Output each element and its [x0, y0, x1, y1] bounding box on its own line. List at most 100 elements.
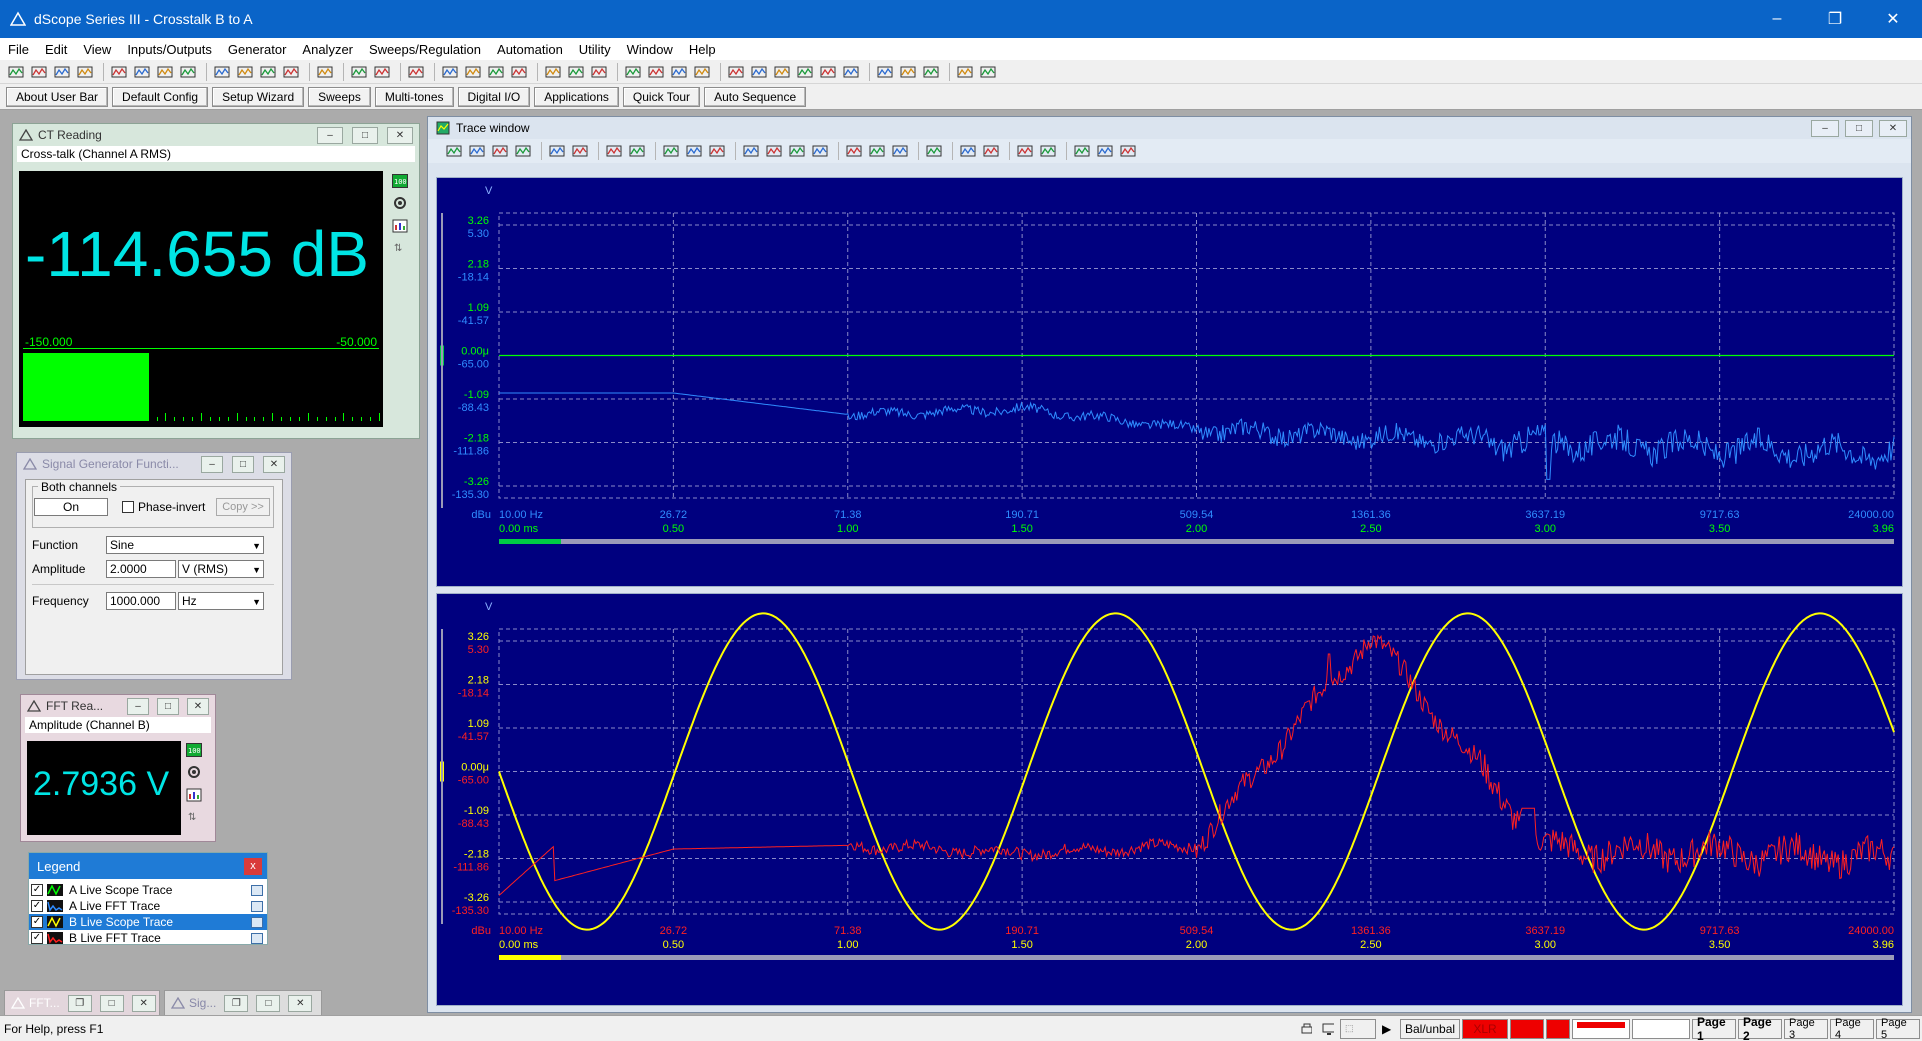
page-1-tab[interactable]: Page 1	[1692, 1015, 1736, 1041]
toolbar-tool-icon[interactable]	[589, 63, 609, 81]
toolbar-tool-icon[interactable]	[818, 63, 838, 81]
fft-reading-panel[interactable]: FFT Rea... – □ ✕ Amplitude (Channel B) 2…	[20, 694, 216, 842]
toolbar-tool-icon[interactable]	[898, 63, 918, 81]
toolbar-tool-icon[interactable]	[570, 142, 590, 160]
toolbar-tool-icon[interactable]	[955, 63, 975, 81]
restore-icon[interactable]: ❐	[67, 994, 92, 1012]
amplitude-unit-select[interactable]: V (RMS) ▼	[178, 560, 264, 578]
menu-help[interactable]: Help	[681, 42, 724, 57]
toolbar-tool-icon[interactable]	[890, 142, 910, 160]
restore-button[interactable]: ❐	[1806, 0, 1864, 38]
toolbar-tool-icon[interactable]	[875, 63, 895, 81]
legend-item-a-scope[interactable]: ✓ A Live Scope Trace	[29, 882, 267, 898]
toolbar-tool-icon[interactable]	[109, 63, 129, 81]
minimize-icon[interactable]: –	[127, 697, 149, 715]
signal-generator-panel[interactable]: Signal Generator Functi... – □ ✕ Both ch…	[16, 452, 292, 680]
setup-wizard-button[interactable]: Setup Wizard	[212, 86, 305, 107]
legend-panel[interactable]: Legend x ✓ A Live Scope Trace ✓ A Live F…	[28, 852, 268, 945]
amplitude-input[interactable]: 2.0000	[106, 560, 176, 578]
toolbar-tool-icon[interactable]	[692, 63, 712, 81]
legend-item-b-scope[interactable]: ✓ B Live Scope Trace	[29, 914, 267, 930]
function-select[interactable]: Sine ▼	[106, 536, 264, 554]
page-5-tab[interactable]: Page 5	[1876, 1017, 1920, 1041]
sweeps-button[interactable]: Sweeps	[308, 86, 371, 107]
multi-tones-button[interactable]: Multi-tones	[374, 86, 454, 107]
toolbar-tool-icon[interactable]	[212, 63, 232, 81]
toolbar-tool-icon[interactable]	[764, 142, 784, 160]
toolbar-tool-icon[interactable]	[958, 142, 978, 160]
auto-sequence-button[interactable]: Auto Sequence	[704, 86, 807, 107]
toolbar-tool-icon[interactable]	[29, 63, 49, 81]
toolbar-tool-icon[interactable]	[741, 142, 761, 160]
trace-settings-icon[interactable]	[251, 932, 263, 944]
toolbar-tool-icon[interactable]	[440, 63, 460, 81]
toolbar-tool-icon[interactable]	[258, 63, 278, 81]
toolbar-tool-icon[interactable]	[787, 142, 807, 160]
default-config-button[interactable]: Default Config	[112, 86, 209, 107]
close-icon[interactable]: ✕	[131, 994, 156, 1012]
toolbar-tool-icon[interactable]	[315, 63, 335, 81]
minimize-icon[interactable]: –	[201, 455, 223, 473]
toolbar-tool-icon[interactable]	[75, 63, 95, 81]
menu-edit[interactable]: Edit	[37, 42, 75, 57]
toolbar-tool-icon[interactable]	[1118, 142, 1138, 160]
settings-icon[interactable]	[185, 763, 203, 781]
graph-channel-b[interactable]: V 3.26 5.30 2.18 -18.14 1.09 -41.57 0.00μ -65.00…	[436, 593, 1903, 1006]
toolbar-tool-icon[interactable]	[490, 142, 510, 160]
toolbar-tool-icon[interactable]	[867, 142, 887, 160]
toolbar-tool-icon[interactable]	[1095, 142, 1115, 160]
limits-icon[interactable]: ⇅	[185, 807, 203, 825]
menu-view[interactable]: View	[75, 42, 119, 57]
toolbar-tool-icon[interactable]	[349, 63, 369, 81]
menu-file[interactable]: File	[0, 42, 37, 57]
trace-settings-icon[interactable]	[251, 900, 263, 912]
minimize-icon[interactable]: –	[1811, 119, 1839, 137]
toolbar-tool-icon[interactable]	[52, 63, 72, 81]
on-button[interactable]: On	[34, 498, 108, 516]
page-2-tab[interactable]: Page 2	[1738, 1015, 1782, 1041]
maximize-icon[interactable]: □	[256, 994, 281, 1012]
toolbar-tool-icon[interactable]	[178, 63, 198, 81]
toolbar-tool-icon[interactable]	[132, 63, 152, 81]
toolbar-tool-icon[interactable]	[921, 63, 941, 81]
toolbar-tool-icon[interactable]	[543, 63, 563, 81]
toolbar-tool-icon[interactable]	[513, 142, 533, 160]
settings-icon[interactable]	[391, 194, 409, 212]
legend-checkbox[interactable]: ✓	[31, 916, 43, 928]
close-icon[interactable]: ✕	[187, 697, 209, 715]
toolbar-tool-icon[interactable]	[1038, 142, 1058, 160]
minimized-fft-window[interactable]: FFT... ❐ □ ✕	[4, 990, 160, 1016]
phase-invert-option[interactable]: Phase-invert	[122, 500, 205, 514]
toolbar-tool-icon[interactable]	[661, 142, 681, 160]
close-icon[interactable]: ✕	[288, 994, 313, 1012]
monitor-icon[interactable]	[1318, 1019, 1338, 1039]
display-format-icon[interactable]: 100	[185, 741, 203, 759]
toolbar-tool-icon[interactable]	[604, 142, 624, 160]
menu-utility[interactable]: Utility	[571, 42, 619, 57]
toolbar-tool-icon[interactable]	[707, 142, 727, 160]
toolbar-tool-icon[interactable]	[463, 63, 483, 81]
maximize-icon[interactable]: □	[99, 994, 124, 1012]
frequency-input[interactable]: 1000.000	[106, 592, 176, 610]
toolbar-tool-icon[interactable]	[841, 63, 861, 81]
toolbar-tool-icon[interactable]	[726, 63, 746, 81]
minimize-button[interactable]: –	[1748, 0, 1806, 38]
toolbar-tool-icon[interactable]	[646, 63, 666, 81]
menu-generator[interactable]: Generator	[220, 42, 295, 57]
menu-analyzer[interactable]: Analyzer	[294, 42, 361, 57]
toolbar-tool-icon[interactable]	[547, 142, 567, 160]
toolbar-tool-icon[interactable]	[810, 142, 830, 160]
toolbar-tool-icon[interactable]	[844, 142, 864, 160]
phase-invert-checkbox[interactable]	[122, 501, 134, 513]
toolbar-tool-icon[interactable]	[406, 63, 426, 81]
close-button[interactable]: ✕	[1864, 0, 1922, 38]
toolbar-tool-icon[interactable]	[627, 142, 647, 160]
toolbar-tool-icon[interactable]	[486, 63, 506, 81]
ct-reading-panel[interactable]: CT Reading – □ ✕ Cross-talk (Channel A R…	[12, 123, 420, 439]
toolbar-tool-icon[interactable]	[235, 63, 255, 81]
digital-io-button[interactable]: Digital I/O	[457, 86, 531, 107]
toolbar-tool-icon[interactable]	[772, 63, 792, 81]
chart-icon[interactable]	[185, 785, 203, 803]
toolbar-tool-icon[interactable]	[981, 142, 1001, 160]
toolbar-tool-icon[interactable]	[566, 63, 586, 81]
